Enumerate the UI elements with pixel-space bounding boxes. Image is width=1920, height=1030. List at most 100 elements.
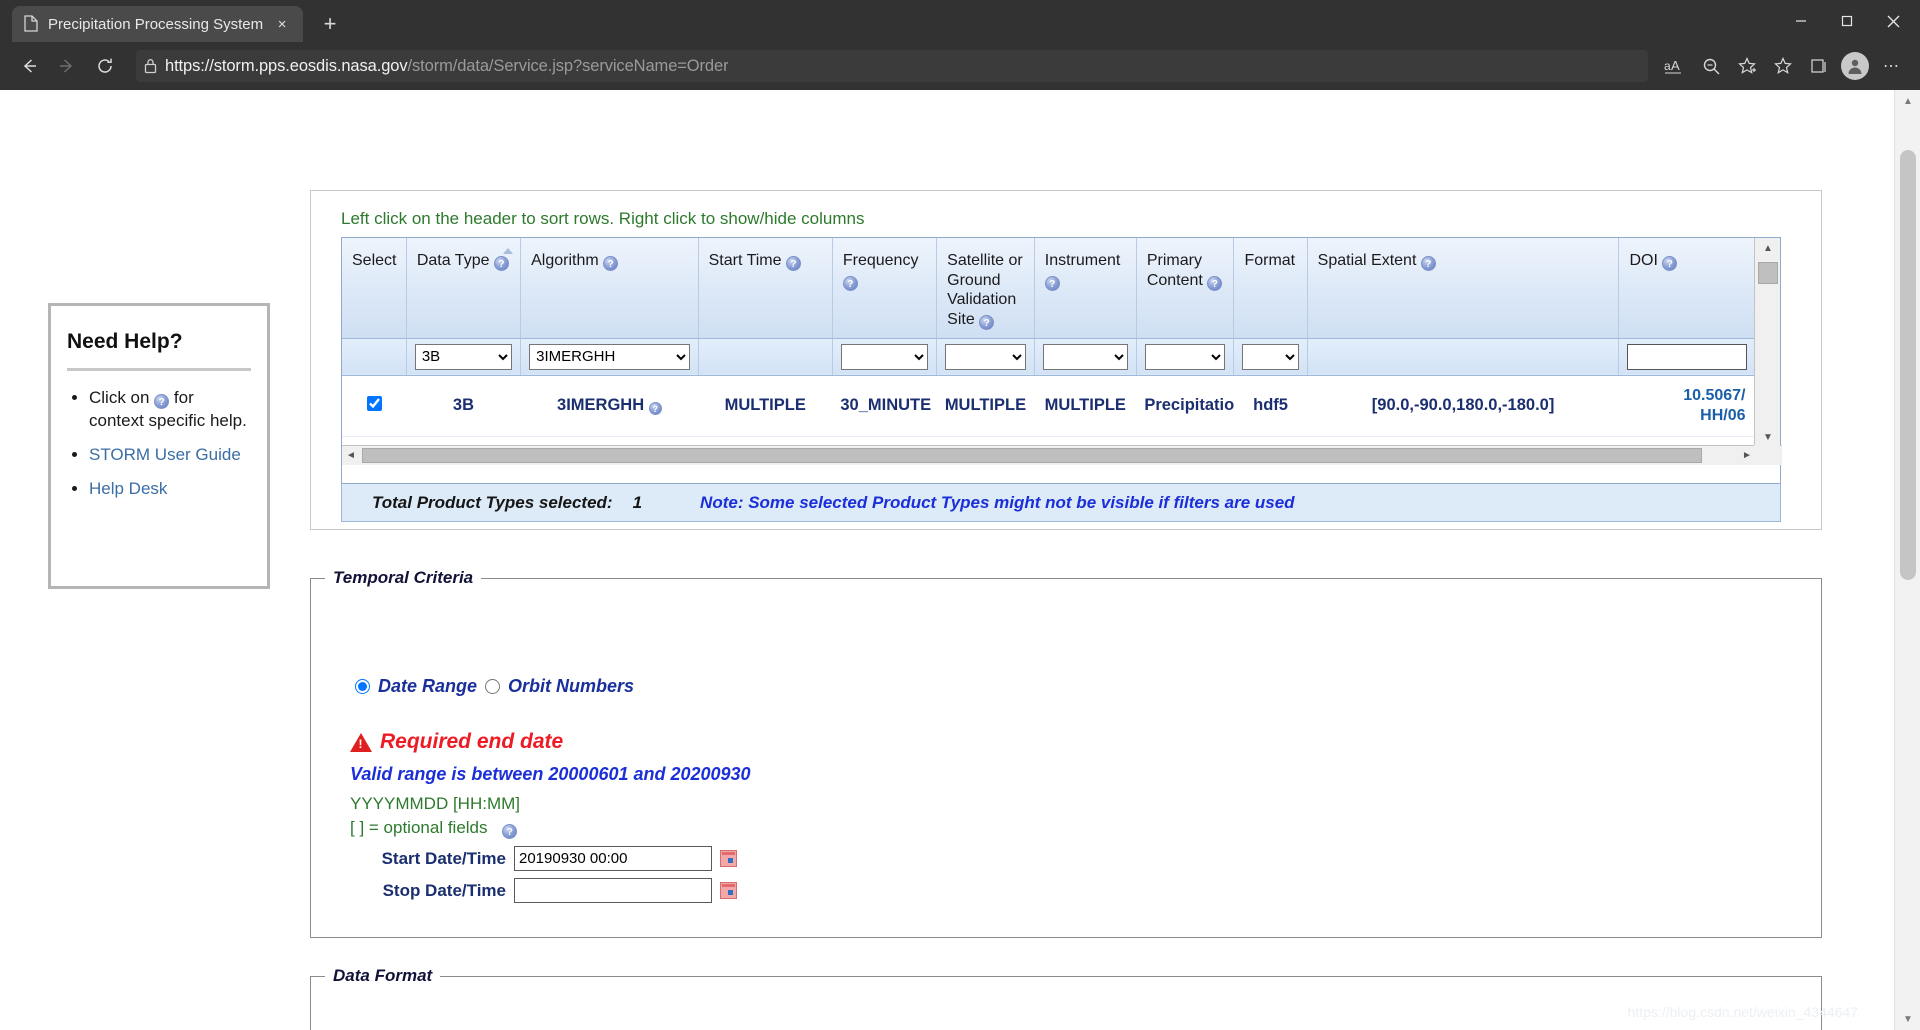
date-range-radio[interactable] — [355, 679, 370, 694]
new-tab-button[interactable]: + — [315, 9, 345, 39]
col-instrument[interactable]: Instrument ? — [1034, 238, 1137, 339]
col-doi[interactable]: DOI ? — [1618, 238, 1756, 339]
back-icon[interactable] — [12, 49, 46, 83]
orbit-numbers-radio[interactable] — [485, 679, 500, 694]
profile-icon[interactable] — [1838, 49, 1872, 83]
help-question-icon[interactable]: ? — [842, 275, 858, 291]
row-select-cell[interactable] — [342, 375, 407, 437]
page-scroll-thumb[interactable] — [1900, 150, 1916, 580]
minimize-button[interactable] — [1778, 0, 1824, 42]
forward-icon[interactable] — [50, 49, 84, 83]
col-format[interactable]: Format — [1233, 238, 1308, 339]
col-start-time[interactable]: Start Time ? — [698, 238, 833, 339]
filter-format-select[interactable] — [1242, 343, 1299, 370]
list-item-help-desk[interactable]: Help Desk — [89, 478, 251, 501]
cell-spatial-extent: [90.0,-90.0,180.0,-180.0] — [1307, 375, 1619, 437]
svg-text:a: a — [1664, 59, 1671, 73]
list-item-user-guide[interactable]: STORM User Guide — [89, 444, 251, 467]
col-primary-content[interactable]: Primary Content ? — [1136, 238, 1235, 339]
filter-algorithm-select[interactable]: 3IMERGHH — [529, 343, 690, 370]
filter-doi-input[interactable] — [1627, 343, 1747, 370]
cell-data-type: 3B — [406, 375, 521, 437]
page-scroll-down-icon[interactable]: ▼ — [1895, 1008, 1920, 1030]
scroll-left-icon[interactable]: ◄ — [342, 446, 360, 465]
grid-horizontal-scrollbar[interactable]: ◄ ► — [342, 445, 1782, 465]
totals-bar: Total Product Types selected: 1 Note: So… — [341, 484, 1781, 522]
help-question-icon[interactable]: ? — [1207, 275, 1223, 291]
help-question-icon[interactable]: ? — [154, 394, 170, 409]
collections-icon[interactable] — [1802, 49, 1836, 83]
help-desk-link[interactable]: Help Desk — [89, 479, 167, 498]
add-favorite-icon[interactable] — [1730, 49, 1764, 83]
page-scrollbar[interactable]: ▲ ▼ — [1894, 90, 1920, 1030]
filter-start-time-cell — [698, 338, 833, 376]
filter-data-type-select[interactable]: 3B — [414, 343, 513, 370]
totals-count: 1 — [632, 492, 643, 512]
help-question-icon[interactable]: ? — [1420, 256, 1436, 271]
scroll-up-icon[interactable]: ▲ — [1755, 238, 1781, 258]
help-question-icon[interactable]: ? — [603, 256, 619, 271]
scroll-down-icon[interactable]: ▼ — [1755, 427, 1781, 447]
settings-more-icon[interactable]: ⋯ — [1874, 49, 1908, 83]
browser-titlebar: Precipitation Processing System × + — [0, 0, 1920, 42]
help-question-icon[interactable]: ? — [1662, 256, 1678, 271]
cell-doi[interactable]: 10.5067/HH/06 — [1618, 375, 1756, 437]
help-question-icon[interactable]: ? — [785, 256, 801, 271]
table-row[interactable]: 3B 3IMERGHH ? MULTIPLE 30_MINUTE MULTIPL… — [342, 375, 1756, 437]
col-frequency[interactable]: Frequency ? — [832, 238, 938, 339]
filter-primary-content-select[interactable] — [1144, 343, 1226, 370]
table-body: 3B 3IMERGHH 3B 3IMERGHH ? MULTIPLE 30_MI… — [342, 338, 1756, 437]
calendar-icon[interactable] — [720, 850, 737, 867]
col-format-label: Format — [1244, 252, 1296, 269]
browser-tab[interactable]: Precipitation Processing System × — [12, 6, 304, 42]
maximize-button[interactable] — [1824, 0, 1870, 42]
valid-range-text: Valid range is between 20000601 and 2020… — [350, 764, 751, 784]
start-datetime-input[interactable] — [514, 846, 712, 871]
filter-spatial-extent-cell — [1307, 338, 1620, 376]
scroll-thumb-vertical[interactable] — [1758, 262, 1778, 284]
col-spatial-extent[interactable]: Spatial Extent ? — [1307, 238, 1620, 339]
col-algorithm[interactable]: Algorithm ? — [520, 238, 699, 339]
reload-icon[interactable] — [88, 49, 122, 83]
filter-frequency-select[interactable] — [840, 343, 929, 370]
grid-vertical-scrollbar[interactable]: ▲ ▼ — [1754, 238, 1780, 447]
filter-data-type-cell: 3B — [406, 338, 522, 376]
cell-algorithm: 3IMERGHH ? — [520, 375, 699, 437]
scroll-thumb-horizontal[interactable] — [362, 448, 1702, 463]
page-scroll-up-icon[interactable]: ▲ — [1895, 90, 1920, 112]
help-question-icon[interactable]: ? — [979, 314, 995, 330]
help-question-icon[interactable]: ? — [648, 402, 662, 416]
help-question-icon[interactable]: ? — [493, 256, 509, 271]
cell-start-time: MULTIPLE — [698, 375, 833, 437]
start-datetime-label: Start Date/Time — [381, 848, 506, 868]
calendar-icon[interactable] — [720, 882, 737, 899]
totals-label: Total Product Types selected: — [372, 492, 613, 512]
col-select[interactable]: Select — [342, 238, 407, 339]
filter-algorithm-cell: 3IMERGHH — [520, 338, 699, 376]
filter-instrument-select[interactable] — [1042, 343, 1128, 370]
window-close-button[interactable] — [1870, 0, 1916, 42]
filter-satellite-select[interactable] — [945, 343, 1026, 370]
filter-satellite-cell — [936, 338, 1035, 376]
read-aloud-icon[interactable]: a A — [1658, 49, 1692, 83]
storm-user-guide-link[interactable]: STORM User Guide — [89, 445, 241, 464]
col-data-type[interactable]: Data Type ? — [406, 238, 522, 339]
zoom-icon[interactable] — [1694, 49, 1728, 83]
orbit-numbers-label[interactable]: Orbit Numbers — [508, 676, 634, 697]
date-range-label[interactable]: Date Range — [378, 676, 477, 697]
favorites-icon[interactable] — [1766, 49, 1800, 83]
help-question-icon[interactable]: ? — [1044, 275, 1060, 291]
row-select-checkbox[interactable] — [366, 395, 382, 411]
list-item-context-help: Click on ? for context specific help. — [89, 387, 251, 433]
tab-close-icon[interactable]: × — [271, 13, 293, 35]
date-range-option[interactable]: Date Range — [355, 676, 477, 697]
stop-datetime-input[interactable] — [514, 878, 712, 903]
table-head: Select Data Type ? Algorithm ? Start Tim… — [342, 238, 1756, 339]
avatar — [1841, 52, 1869, 80]
address-bar[interactable]: https://storm.pps.eosdis.nasa.gov/storm/… — [136, 50, 1648, 82]
help-question-icon[interactable]: ? — [502, 823, 518, 839]
orbit-numbers-option[interactable]: Orbit Numbers — [485, 676, 634, 697]
window-controls — [1778, 0, 1920, 42]
col-satellite[interactable]: Satellite or Ground Validation Site ? — [936, 238, 1035, 339]
tab-title: Precipitation Processing System — [48, 15, 264, 33]
